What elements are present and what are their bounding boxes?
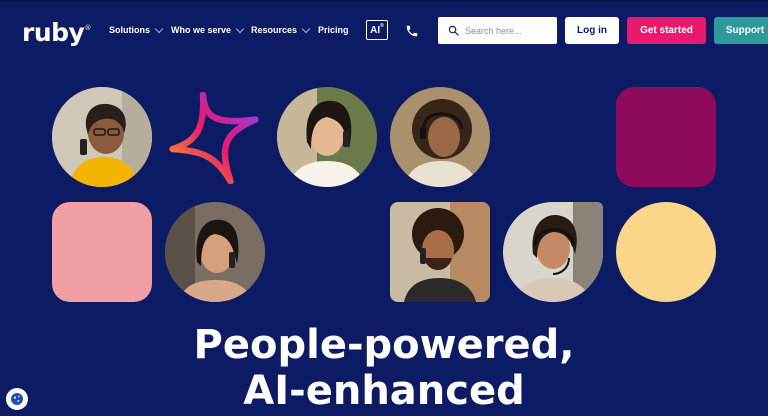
chevron-down-icon bbox=[235, 24, 245, 33]
butter-circle-tile bbox=[616, 202, 716, 302]
hero-heading-line-2: AI-enhanced bbox=[243, 368, 525, 414]
ai-badge[interactable]: AI ® bbox=[366, 20, 388, 40]
get-started-button[interactable]: Get started bbox=[627, 17, 706, 44]
sparkle-star-icon bbox=[169, 92, 259, 184]
hero-heading-line-1: People-powered, bbox=[193, 322, 575, 368]
ruby-logo[interactable]: ruby® bbox=[22, 18, 91, 47]
top-border bbox=[0, 0, 768, 2]
nav-pricing[interactable]: Pricing bbox=[318, 25, 349, 35]
rose-tile bbox=[52, 202, 152, 302]
photo-woman-glasses-phone bbox=[52, 87, 152, 187]
photo-woman-phone-smiling-2 bbox=[165, 202, 265, 302]
search-icon bbox=[448, 25, 459, 36]
cookie-icon bbox=[11, 393, 23, 405]
cookie-settings-button[interactable] bbox=[6, 388, 28, 410]
chevron-down-icon bbox=[154, 24, 164, 33]
photo-woman-headset bbox=[503, 202, 603, 302]
photo-woman-headset-curly bbox=[390, 87, 490, 187]
phone-icon[interactable] bbox=[405, 24, 419, 38]
magenta-tile bbox=[616, 87, 716, 187]
nav-resources[interactable]: Resources bbox=[251, 24, 311, 35]
nav-who-we-serve[interactable]: Who we serve bbox=[171, 24, 245, 35]
photo-woman-phone-smiling bbox=[277, 87, 377, 187]
search-box[interactable] bbox=[438, 17, 557, 44]
login-button[interactable]: Log in bbox=[565, 17, 619, 44]
support-button[interactable]: Support bbox=[714, 17, 768, 44]
photo-man-phone-curly bbox=[390, 202, 490, 302]
chevron-down-icon bbox=[301, 24, 311, 33]
search-input[interactable] bbox=[465, 25, 549, 36]
nav-solutions[interactable]: Solutions bbox=[109, 24, 164, 35]
